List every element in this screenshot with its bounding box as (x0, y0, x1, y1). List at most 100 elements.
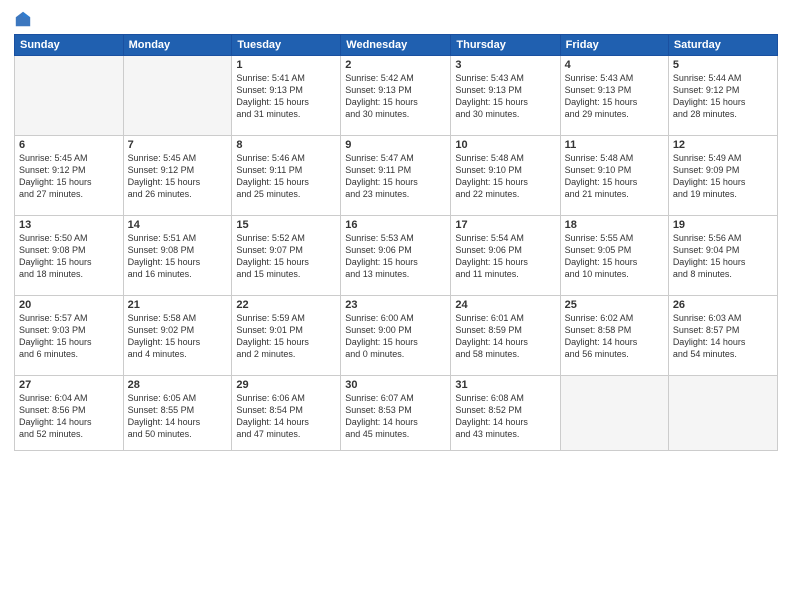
day-info: Sunrise: 6:03 AM Sunset: 8:57 PM Dayligh… (673, 312, 773, 361)
day-info: Sunrise: 5:57 AM Sunset: 9:03 PM Dayligh… (19, 312, 119, 361)
day-cell: 18Sunrise: 5:55 AM Sunset: 9:05 PM Dayli… (560, 216, 668, 296)
header-cell-saturday: Saturday (668, 35, 777, 56)
header-cell-friday: Friday (560, 35, 668, 56)
day-cell: 12Sunrise: 5:49 AM Sunset: 9:09 PM Dayli… (668, 136, 777, 216)
day-info: Sunrise: 5:44 AM Sunset: 9:12 PM Dayligh… (673, 72, 773, 121)
day-cell: 3Sunrise: 5:43 AM Sunset: 9:13 PM Daylig… (451, 56, 560, 136)
day-number: 27 (19, 379, 119, 391)
day-cell (560, 376, 668, 451)
header-cell-wednesday: Wednesday (341, 35, 451, 56)
day-info: Sunrise: 6:07 AM Sunset: 8:53 PM Dayligh… (345, 392, 446, 441)
day-cell: 11Sunrise: 5:48 AM Sunset: 9:10 PM Dayli… (560, 136, 668, 216)
day-number: 19 (673, 219, 773, 231)
page-container: SundayMondayTuesdayWednesdayThursdayFrid… (0, 0, 792, 612)
day-number: 21 (128, 299, 228, 311)
day-cell: 23Sunrise: 6:00 AM Sunset: 9:00 PM Dayli… (341, 296, 451, 376)
day-info: Sunrise: 5:46 AM Sunset: 9:11 PM Dayligh… (236, 152, 336, 201)
page-header (14, 10, 778, 28)
header-cell-tuesday: Tuesday (232, 35, 341, 56)
day-info: Sunrise: 5:45 AM Sunset: 9:12 PM Dayligh… (128, 152, 228, 201)
day-cell: 13Sunrise: 5:50 AM Sunset: 9:08 PM Dayli… (15, 216, 124, 296)
day-cell (15, 56, 124, 136)
day-info: Sunrise: 6:04 AM Sunset: 8:56 PM Dayligh… (19, 392, 119, 441)
week-row-1: 1Sunrise: 5:41 AM Sunset: 9:13 PM Daylig… (15, 56, 778, 136)
day-info: Sunrise: 5:48 AM Sunset: 9:10 PM Dayligh… (455, 152, 555, 201)
day-cell: 28Sunrise: 6:05 AM Sunset: 8:55 PM Dayli… (123, 376, 232, 451)
week-row-5: 27Sunrise: 6:04 AM Sunset: 8:56 PM Dayli… (15, 376, 778, 451)
logo (14, 10, 36, 28)
header-cell-thursday: Thursday (451, 35, 560, 56)
day-number: 10 (455, 139, 555, 151)
day-info: Sunrise: 5:49 AM Sunset: 9:09 PM Dayligh… (673, 152, 773, 201)
day-number: 29 (236, 379, 336, 391)
day-cell: 27Sunrise: 6:04 AM Sunset: 8:56 PM Dayli… (15, 376, 124, 451)
day-cell: 29Sunrise: 6:06 AM Sunset: 8:54 PM Dayli… (232, 376, 341, 451)
header-cell-sunday: Sunday (15, 35, 124, 56)
day-info: Sunrise: 6:05 AM Sunset: 8:55 PM Dayligh… (128, 392, 228, 441)
day-number: 17 (455, 219, 555, 231)
header-cell-monday: Monday (123, 35, 232, 56)
day-cell: 15Sunrise: 5:52 AM Sunset: 9:07 PM Dayli… (232, 216, 341, 296)
day-cell: 25Sunrise: 6:02 AM Sunset: 8:58 PM Dayli… (560, 296, 668, 376)
day-cell: 22Sunrise: 5:59 AM Sunset: 9:01 PM Dayli… (232, 296, 341, 376)
day-info: Sunrise: 5:45 AM Sunset: 9:12 PM Dayligh… (19, 152, 119, 201)
week-row-4: 20Sunrise: 5:57 AM Sunset: 9:03 PM Dayli… (15, 296, 778, 376)
day-number: 9 (345, 139, 446, 151)
day-info: Sunrise: 5:52 AM Sunset: 9:07 PM Dayligh… (236, 232, 336, 281)
day-info: Sunrise: 6:08 AM Sunset: 8:52 PM Dayligh… (455, 392, 555, 441)
calendar: SundayMondayTuesdayWednesdayThursdayFrid… (14, 34, 778, 451)
day-info: Sunrise: 5:55 AM Sunset: 9:05 PM Dayligh… (565, 232, 664, 281)
day-number: 18 (565, 219, 664, 231)
day-number: 24 (455, 299, 555, 311)
day-number: 5 (673, 59, 773, 71)
day-number: 28 (128, 379, 228, 391)
day-number: 12 (673, 139, 773, 151)
logo-icon (14, 10, 32, 28)
day-number: 14 (128, 219, 228, 231)
day-cell: 5Sunrise: 5:44 AM Sunset: 9:12 PM Daylig… (668, 56, 777, 136)
day-info: Sunrise: 5:43 AM Sunset: 9:13 PM Dayligh… (565, 72, 664, 121)
day-info: Sunrise: 5:41 AM Sunset: 9:13 PM Dayligh… (236, 72, 336, 121)
day-cell: 17Sunrise: 5:54 AM Sunset: 9:06 PM Dayli… (451, 216, 560, 296)
week-row-3: 13Sunrise: 5:50 AM Sunset: 9:08 PM Dayli… (15, 216, 778, 296)
day-cell: 1Sunrise: 5:41 AM Sunset: 9:13 PM Daylig… (232, 56, 341, 136)
day-info: Sunrise: 6:01 AM Sunset: 8:59 PM Dayligh… (455, 312, 555, 361)
day-cell: 2Sunrise: 5:42 AM Sunset: 9:13 PM Daylig… (341, 56, 451, 136)
day-info: Sunrise: 5:56 AM Sunset: 9:04 PM Dayligh… (673, 232, 773, 281)
day-info: Sunrise: 5:51 AM Sunset: 9:08 PM Dayligh… (128, 232, 228, 281)
day-number: 2 (345, 59, 446, 71)
day-number: 6 (19, 139, 119, 151)
day-cell: 16Sunrise: 5:53 AM Sunset: 9:06 PM Dayli… (341, 216, 451, 296)
week-row-2: 6Sunrise: 5:45 AM Sunset: 9:12 PM Daylig… (15, 136, 778, 216)
day-info: Sunrise: 5:59 AM Sunset: 9:01 PM Dayligh… (236, 312, 336, 361)
day-info: Sunrise: 6:06 AM Sunset: 8:54 PM Dayligh… (236, 392, 336, 441)
day-info: Sunrise: 5:54 AM Sunset: 9:06 PM Dayligh… (455, 232, 555, 281)
day-number: 26 (673, 299, 773, 311)
day-number: 20 (19, 299, 119, 311)
day-number: 23 (345, 299, 446, 311)
day-cell: 4Sunrise: 5:43 AM Sunset: 9:13 PM Daylig… (560, 56, 668, 136)
day-info: Sunrise: 5:58 AM Sunset: 9:02 PM Dayligh… (128, 312, 228, 361)
day-number: 11 (565, 139, 664, 151)
day-number: 4 (565, 59, 664, 71)
day-cell: 14Sunrise: 5:51 AM Sunset: 9:08 PM Dayli… (123, 216, 232, 296)
day-number: 31 (455, 379, 555, 391)
day-cell (668, 376, 777, 451)
day-cell: 7Sunrise: 5:45 AM Sunset: 9:12 PM Daylig… (123, 136, 232, 216)
day-cell: 24Sunrise: 6:01 AM Sunset: 8:59 PM Dayli… (451, 296, 560, 376)
day-cell: 19Sunrise: 5:56 AM Sunset: 9:04 PM Dayli… (668, 216, 777, 296)
day-info: Sunrise: 6:02 AM Sunset: 8:58 PM Dayligh… (565, 312, 664, 361)
header-row: SundayMondayTuesdayWednesdayThursdayFrid… (15, 35, 778, 56)
day-number: 25 (565, 299, 664, 311)
day-number: 8 (236, 139, 336, 151)
day-info: Sunrise: 5:42 AM Sunset: 9:13 PM Dayligh… (345, 72, 446, 121)
day-number: 7 (128, 139, 228, 151)
day-info: Sunrise: 5:47 AM Sunset: 9:11 PM Dayligh… (345, 152, 446, 201)
day-number: 3 (455, 59, 555, 71)
day-cell: 6Sunrise: 5:45 AM Sunset: 9:12 PM Daylig… (15, 136, 124, 216)
day-number: 1 (236, 59, 336, 71)
day-info: Sunrise: 5:50 AM Sunset: 9:08 PM Dayligh… (19, 232, 119, 281)
day-cell: 9Sunrise: 5:47 AM Sunset: 9:11 PM Daylig… (341, 136, 451, 216)
day-cell: 10Sunrise: 5:48 AM Sunset: 9:10 PM Dayli… (451, 136, 560, 216)
day-info: Sunrise: 6:00 AM Sunset: 9:00 PM Dayligh… (345, 312, 446, 361)
